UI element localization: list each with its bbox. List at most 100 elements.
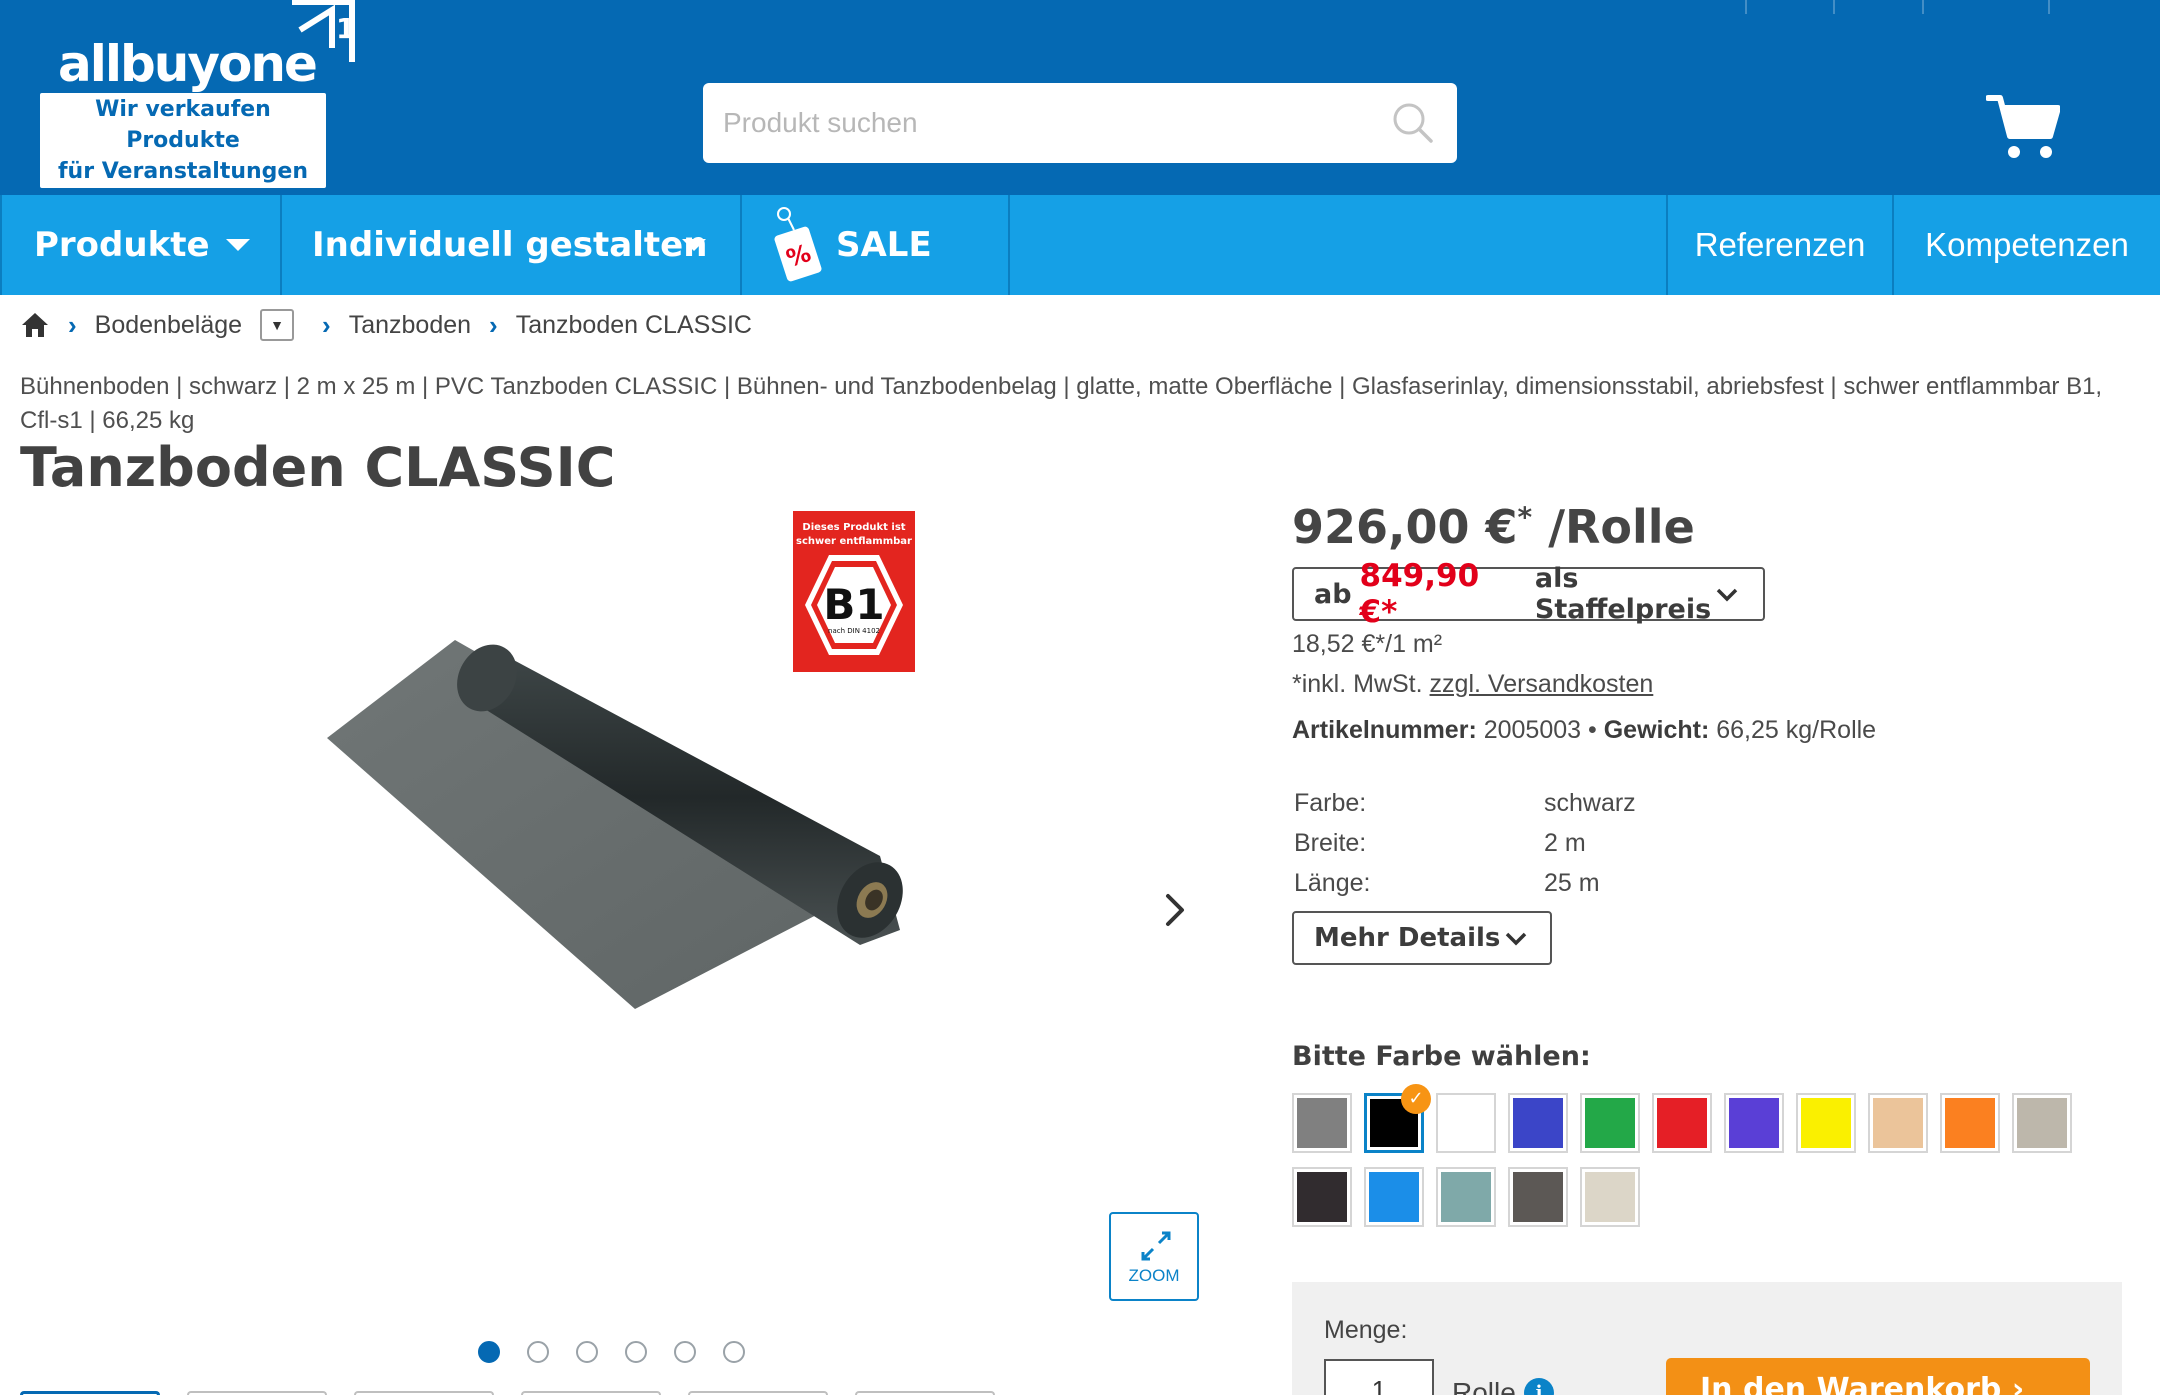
quantity-input[interactable]: 1 bbox=[1324, 1359, 1434, 1395]
price-star: * bbox=[1517, 500, 1533, 534]
header-divider bbox=[1833, 0, 1835, 14]
product-title: Tanzboden CLASSIC bbox=[20, 436, 616, 499]
search-icon[interactable] bbox=[1391, 101, 1435, 145]
color-swatch-fill bbox=[1369, 1172, 1419, 1222]
color-swatch-fill bbox=[2017, 1098, 2067, 1148]
search-input[interactable] bbox=[723, 83, 1363, 163]
breadcrumb-item-current[interactable]: Tanzboden CLASSIC bbox=[516, 311, 752, 340]
color-swatch[interactable] bbox=[1436, 1167, 1496, 1227]
logo-mark-digit: 1 bbox=[336, 12, 355, 45]
color-swatch[interactable] bbox=[1652, 1093, 1712, 1153]
tier-prefix: ab bbox=[1314, 578, 1352, 610]
more-details-button[interactable]: Mehr Details bbox=[1292, 911, 1552, 965]
attribute-value: 25 m bbox=[1544, 868, 1600, 897]
breadcrumb-item-bodenbelaege[interactable]: Bodenbeläge bbox=[95, 311, 242, 340]
color-swatch[interactable] bbox=[1508, 1167, 1568, 1227]
nav-item-references[interactable]: Referenzen bbox=[1666, 195, 1894, 295]
badge-line2: schwer entflammbar bbox=[796, 536, 912, 547]
logo-tagline: Wir verkaufen Produkte für Veranstaltung… bbox=[40, 93, 326, 188]
attribute-key: Länge: bbox=[1294, 868, 1371, 897]
purchase-panel: Menge: 1 Rolle i In den Warenkorb › bbox=[1292, 1282, 2122, 1395]
price-value: 926,00 € bbox=[1292, 500, 1518, 554]
attribute-value: 2 m bbox=[1544, 828, 1586, 857]
sale-tag-icon: % bbox=[774, 207, 822, 282]
gallery-thumbnail[interactable] bbox=[187, 1391, 327, 1395]
color-swatch[interactable] bbox=[1508, 1093, 1568, 1153]
gallery-next-icon[interactable] bbox=[1160, 890, 1190, 930]
attribute-value: schwarz bbox=[1544, 788, 1636, 817]
color-swatch-fill bbox=[1513, 1098, 1563, 1148]
gallery-thumbnail[interactable] bbox=[354, 1391, 494, 1395]
zoom-button[interactable]: ZOOM bbox=[1109, 1212, 1199, 1301]
breadcrumb-dropdown-button[interactable]: ▼ bbox=[260, 309, 295, 341]
color-swatches: ✓ bbox=[1292, 1084, 2092, 1227]
breadcrumb: › Bodenbeläge ▼ › Tanzboden › Tanzboden … bbox=[20, 305, 752, 345]
quantity-label: Menge: bbox=[1324, 1316, 1408, 1344]
tier-price: 849,90 €* bbox=[1359, 558, 1480, 630]
badge-line1: Dieses Produkt ist bbox=[802, 522, 906, 533]
attribute-row: Breite: 2 m bbox=[1294, 823, 1636, 863]
color-swatch[interactable] bbox=[2012, 1093, 2072, 1153]
logo-tagline-line2: für Veranstaltungen bbox=[57, 159, 308, 184]
weight-label: Gewicht: bbox=[1603, 716, 1710, 744]
gallery-dot[interactable] bbox=[625, 1341, 647, 1363]
nav-custom-label: Individuell gestalten bbox=[312, 225, 708, 265]
checkmark-icon: ✓ bbox=[1401, 1084, 1431, 1114]
gallery-dot[interactable] bbox=[576, 1341, 598, 1363]
header-divider bbox=[1922, 0, 1924, 14]
gallery-dot[interactable] bbox=[674, 1341, 696, 1363]
logo-tagline-line1: Wir verkaufen Produkte bbox=[95, 97, 271, 153]
gallery-thumbnails bbox=[20, 1391, 995, 1395]
logo-wordmark: allbuyone bbox=[58, 35, 318, 93]
site-header: 1 allbuyone Wir verkaufen Produkte für V… bbox=[0, 0, 2160, 195]
weight-value: 66,25 kg/Rolle bbox=[1716, 716, 1877, 744]
product-image[interactable] bbox=[320, 600, 920, 1020]
info-icon[interactable]: i bbox=[1524, 1378, 1554, 1395]
nav-item-custom[interactable]: Individuell gestalten bbox=[282, 195, 742, 295]
chevron-down-icon bbox=[1716, 588, 1738, 602]
more-details-label: Mehr Details bbox=[1314, 923, 1501, 953]
cart-icon[interactable] bbox=[1986, 92, 2060, 160]
color-swatch[interactable] bbox=[1364, 1167, 1424, 1227]
gallery-dot[interactable] bbox=[478, 1341, 500, 1363]
gallery-dot[interactable] bbox=[527, 1341, 549, 1363]
color-swatch[interactable] bbox=[1580, 1167, 1640, 1227]
gallery-dot[interactable] bbox=[723, 1341, 745, 1363]
attribute-key: Breite: bbox=[1294, 828, 1367, 857]
color-swatch[interactable] bbox=[1436, 1093, 1496, 1153]
gallery-thumbnail[interactable] bbox=[688, 1391, 828, 1395]
chevron-down-icon bbox=[226, 239, 250, 251]
tier-price-dropdown[interactable]: ab 849,90 €* als Staffelpreis bbox=[1292, 558, 1765, 630]
color-swatch[interactable] bbox=[1796, 1093, 1856, 1153]
color-swatch[interactable] bbox=[1292, 1093, 1352, 1153]
gallery-thumbnail[interactable] bbox=[20, 1391, 160, 1395]
nav-sale-label: SALE bbox=[836, 225, 932, 265]
breadcrumb-separator-icon: › bbox=[68, 309, 77, 340]
color-swatch-fill bbox=[1297, 1098, 1347, 1148]
color-swatch-fill bbox=[1585, 1172, 1635, 1222]
breadcrumb-item-tanzboden[interactable]: Tanzboden bbox=[349, 311, 471, 340]
home-icon[interactable] bbox=[20, 311, 50, 339]
main-nav: Produkte Individuell gestalten % SALE Re… bbox=[0, 195, 2160, 295]
color-swatch[interactable] bbox=[1940, 1093, 2000, 1153]
shipping-cost-link[interactable]: zzgl. Versandkosten bbox=[1430, 670, 1654, 698]
chevron-down-icon bbox=[682, 239, 706, 251]
nav-item-sale[interactable]: % SALE bbox=[742, 195, 1010, 295]
gallery-thumbnail[interactable] bbox=[521, 1391, 661, 1395]
color-swatch[interactable] bbox=[1724, 1093, 1784, 1153]
nav-item-competences[interactable]: Kompetenzen bbox=[1894, 195, 2160, 295]
price-unit: /Rolle bbox=[1548, 500, 1695, 554]
color-swatch[interactable] bbox=[1580, 1093, 1640, 1153]
nav-references-label: Referenzen bbox=[1694, 226, 1866, 263]
article-label: Artikelnummer: bbox=[1292, 716, 1477, 744]
color-swatch[interactable] bbox=[1868, 1093, 1928, 1153]
chevron-down-icon bbox=[1505, 932, 1527, 946]
color-swatch[interactable]: ✓ bbox=[1364, 1084, 1431, 1153]
zoom-label: ZOOM bbox=[1128, 1266, 1180, 1285]
nav-item-products[interactable]: Produkte bbox=[0, 195, 282, 295]
add-to-cart-button[interactable]: In den Warenkorb › bbox=[1666, 1358, 2090, 1395]
color-swatch[interactable] bbox=[1292, 1167, 1352, 1227]
site-logo[interactable]: 1 allbuyone Wir verkaufen Produkte für V… bbox=[40, 0, 355, 188]
gallery-thumbnail[interactable] bbox=[855, 1391, 995, 1395]
